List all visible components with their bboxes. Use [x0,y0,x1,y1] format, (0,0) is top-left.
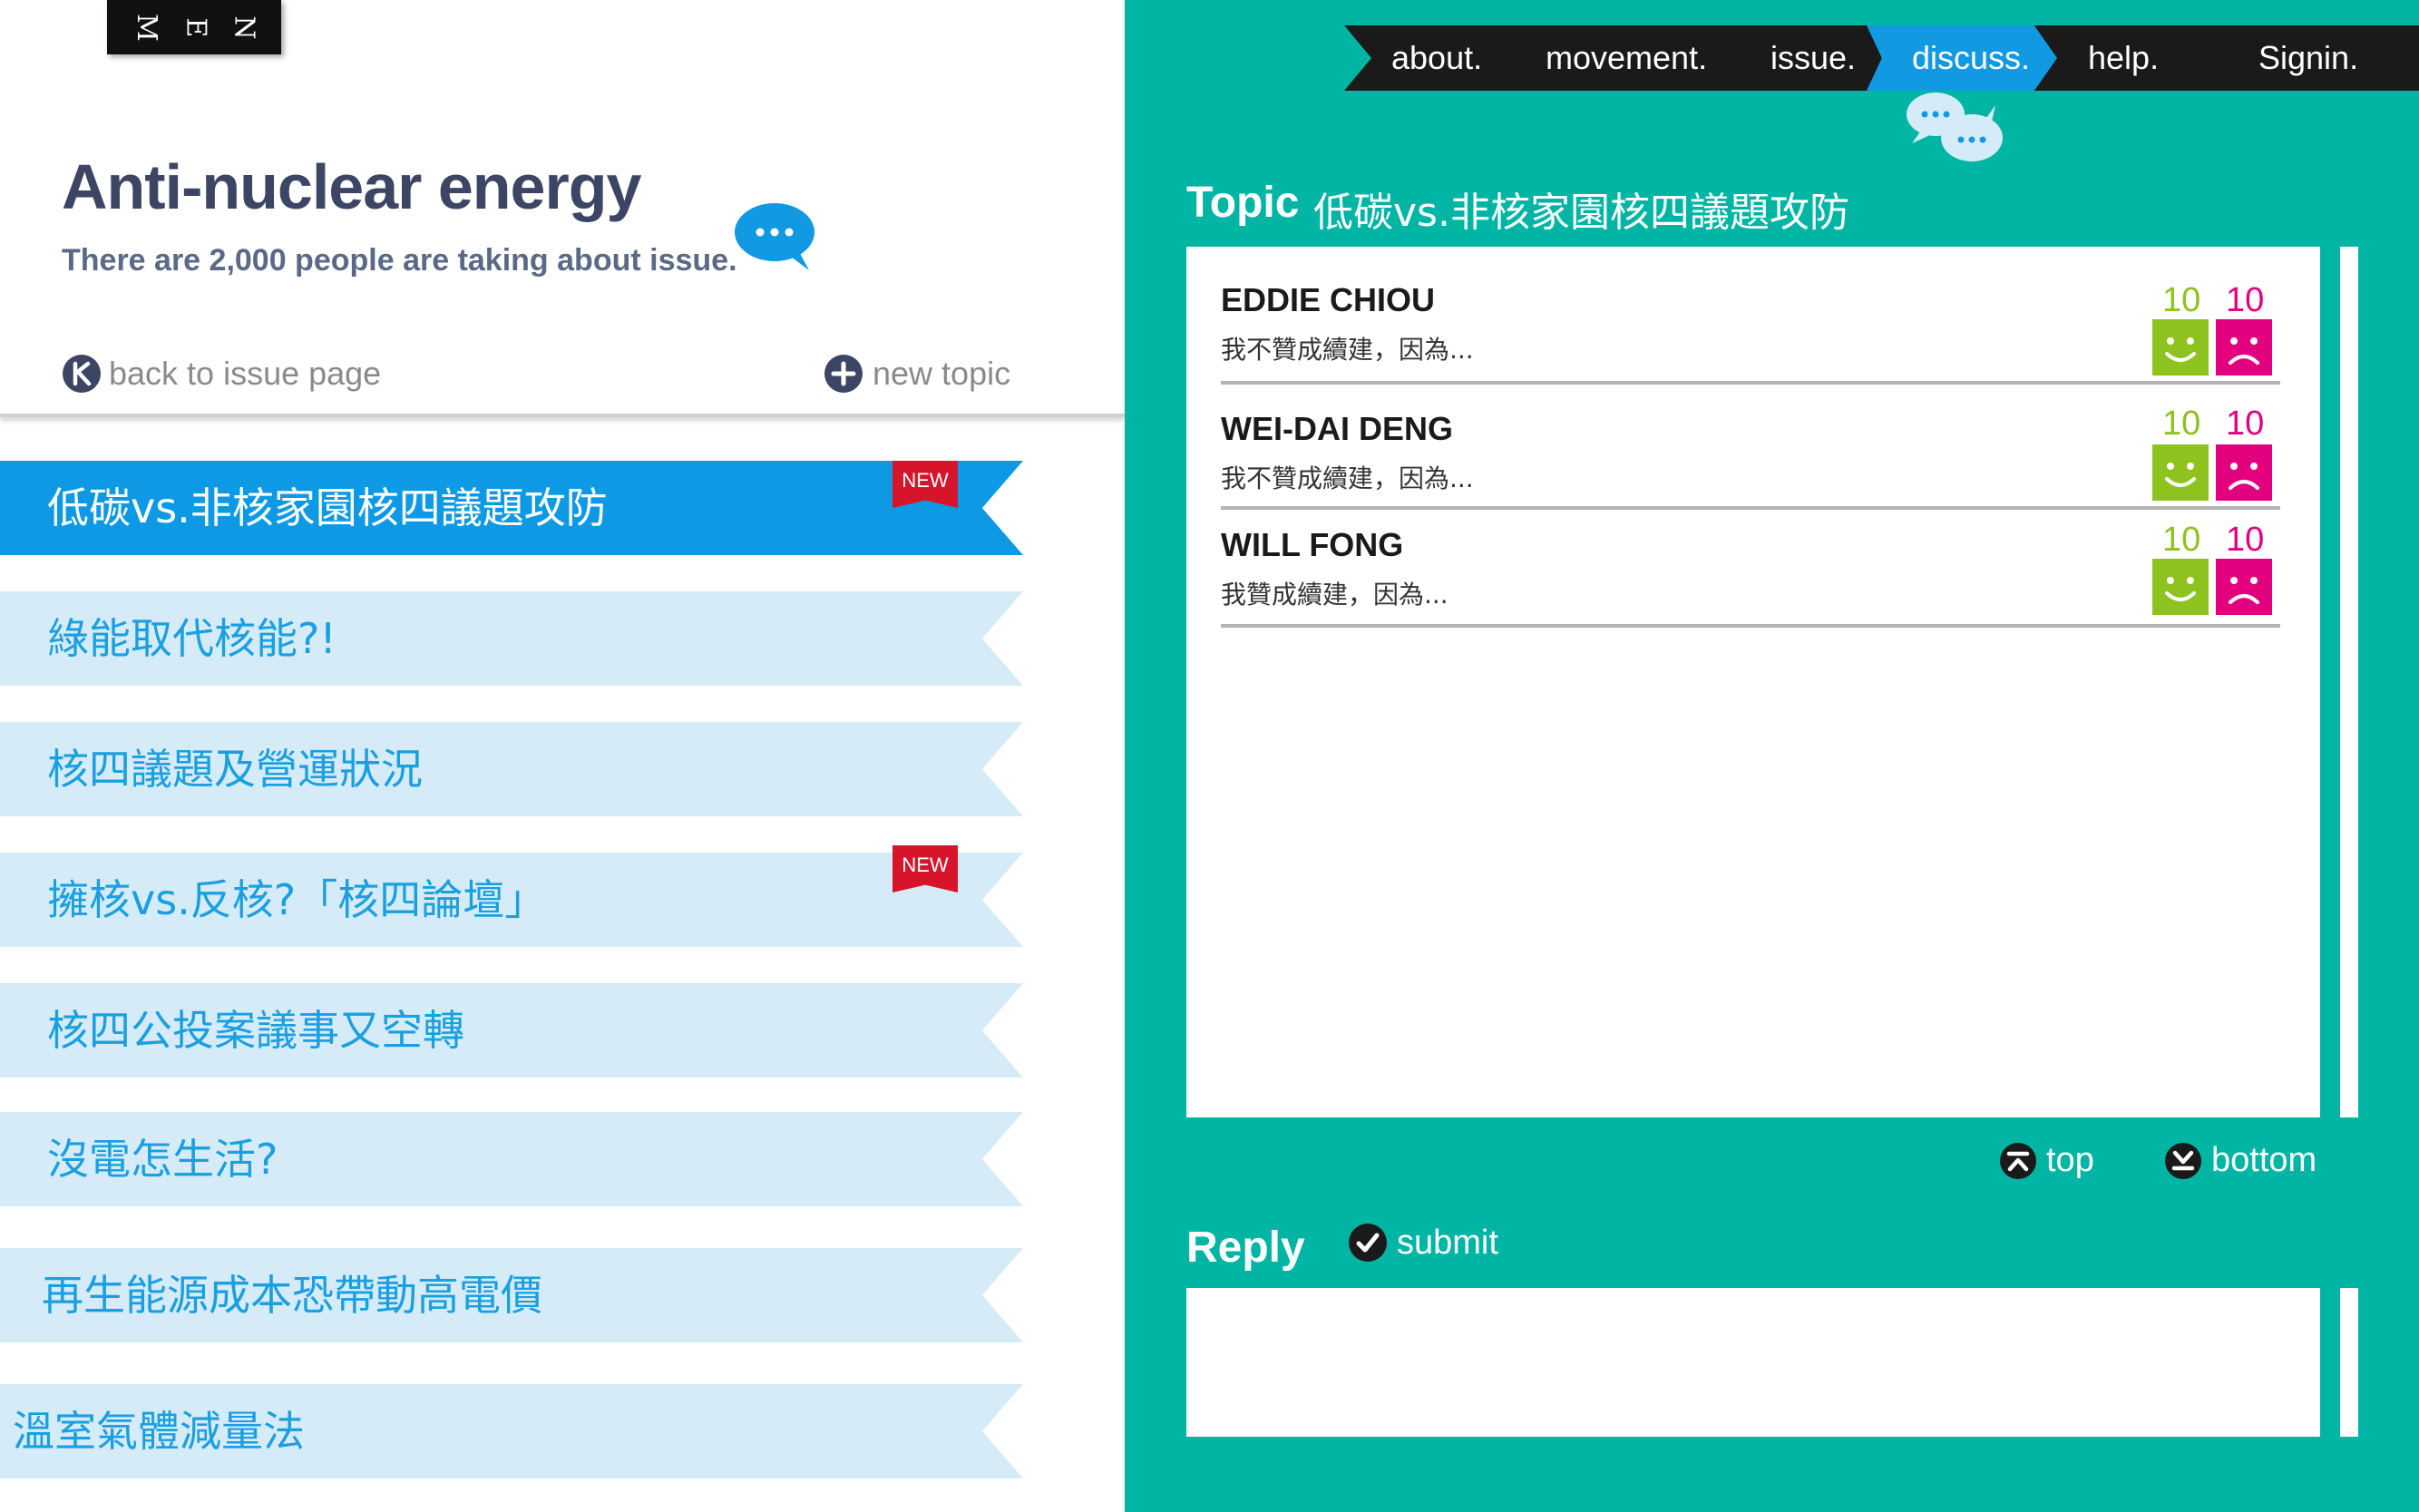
topic-item-1[interactable]: 低碳vs.非核家園核四議題攻防 NEW [0,461,1023,555]
like-count: 10 [2162,521,2201,559]
topic-item-7[interactable]: 再生能源成本恐帶動高電價 [0,1248,1023,1342]
arrow-down-circle-icon [2165,1142,2201,1179]
menu-tab[interactable]: M E N [107,0,281,54]
smile-face-icon[interactable] [2152,319,2209,376]
scroll-bottom-label: bottom [2211,1141,2317,1179]
menu-letter-n: N [228,15,260,40]
new-topic-button[interactable]: new topic [824,354,1010,394]
topic-label: 核四議題及營運狀況 [47,745,423,794]
topic-label: 再生能源成本恐帶動高電價 [42,1271,542,1320]
topic-label: 低碳vs.非核家園核四議題攻防 [47,483,608,532]
reply-input[interactable] [1186,1288,2320,1437]
comment-text: 我不贊成續建，因為... [1221,335,1474,365]
chat-bubbles-icon [1907,93,2003,161]
issue-title: Anti-nuclear energy [62,151,641,222]
sad-face-icon[interactable] [2216,319,2272,376]
back-to-issue-link[interactable]: back to issue page [62,354,381,394]
comment-item: WEI-DAI DENG 我不贊成續建，因為... 10 10 [1221,405,2280,519]
nav-signin[interactable]: Signin. [2258,25,2358,91]
dislike-count: 10 [2226,405,2265,443]
submit-button[interactable]: submit [1348,1223,1498,1263]
sad-face-icon[interactable] [2216,444,2272,501]
comment-author: WILL FONG [1221,526,1404,563]
topic-item-4[interactable]: 擁核vs.反核?「核四論壇」 NEW [0,845,1023,947]
comment-divider [1221,381,2280,385]
like-count: 10 [2162,405,2201,443]
topic-item-6[interactable]: 沒電怎生活? [0,1112,1023,1206]
menu-letter-m: M [131,13,163,42]
topic-item-8[interactable]: 溫室氣體減量法 [0,1384,1023,1478]
topic-item-3[interactable]: 核四議題及營運狀況 [0,722,1023,816]
topic-label: 擁核vs.反核?「核四論壇」 [47,875,547,924]
nav-issue[interactable]: issue. [1770,25,1856,91]
nav-discuss[interactable]: discuss. [1912,25,2030,91]
header-divider [0,414,1125,417]
topic-item-2[interactable]: 綠能取代核能?! [0,591,1023,686]
sad-face-icon[interactable] [2216,559,2272,615]
topic-heading-title: 低碳vs.非核家園核四議題攻防 [1313,190,1849,236]
comment-divider [1221,624,2280,628]
new-topic-label: new topic [873,355,1011,392]
back-circle-icon [63,355,101,393]
topic-item-5[interactable]: 核四公投案議事又空轉 [0,983,1023,1078]
topic-label: 溫室氣體減量法 [13,1407,305,1456]
topic-heading-label: Topic [1186,179,1300,227]
smile-face-icon[interactable] [2152,559,2209,615]
comment-text: 我贊成續建，因為... [1221,580,1448,610]
scroll-top-button[interactable]: top [1999,1141,2094,1180]
back-to-issue-label: back to issue page [109,355,382,392]
topic-label: 綠能取代核能?! [47,614,337,663]
comment-divider [1221,506,2280,510]
check-circle-icon [1349,1224,1387,1262]
scroll-bottom-button[interactable]: bottom [2164,1141,2317,1180]
left-panel: M E N Anti-nuclear energy There are 2,00… [0,0,1125,1512]
nav-help[interactable]: help. [2088,25,2159,91]
reply-label: Reply [1186,1224,1305,1272]
reply-scrollbar[interactable] [2340,1288,2358,1437]
like-count: 10 [2162,281,2201,319]
dislike-count: 10 [2226,521,2265,559]
nav-movement[interactable]: movement. [1546,25,1707,91]
menu-letter-e: E [180,17,212,37]
dislike-count: 10 [2226,281,2265,319]
comment-text: 我不贊成續建，因為... [1221,463,1474,493]
issue-subtitle: There are 2,000 people are taking about … [62,243,737,278]
submit-label: submit [1397,1223,1498,1262]
nav-about[interactable]: about. [1391,25,1482,91]
comment-author: EDDIE CHIOU [1221,281,1436,318]
arrow-up-circle-icon [2000,1142,2036,1179]
topic-label: 沒電怎生活? [47,1135,278,1184]
comment-author: WEI-DAI DENG [1221,410,1453,447]
smile-face-icon[interactable] [2152,444,2209,501]
scroll-top-label: top [2046,1141,2094,1179]
topic-label: 核四公投案議事又空轉 [47,1006,464,1055]
comment-item: WILL FONG 我贊成續建，因為... 10 10 [1221,521,2280,635]
plus-circle-icon [824,355,863,393]
comments-scrollbar[interactable] [2340,247,2358,1117]
speech-bubble-icon [735,203,814,270]
comment-item: EDDIE CHIOU 我不贊成續建，因為... 10 10 [1221,281,2280,390]
